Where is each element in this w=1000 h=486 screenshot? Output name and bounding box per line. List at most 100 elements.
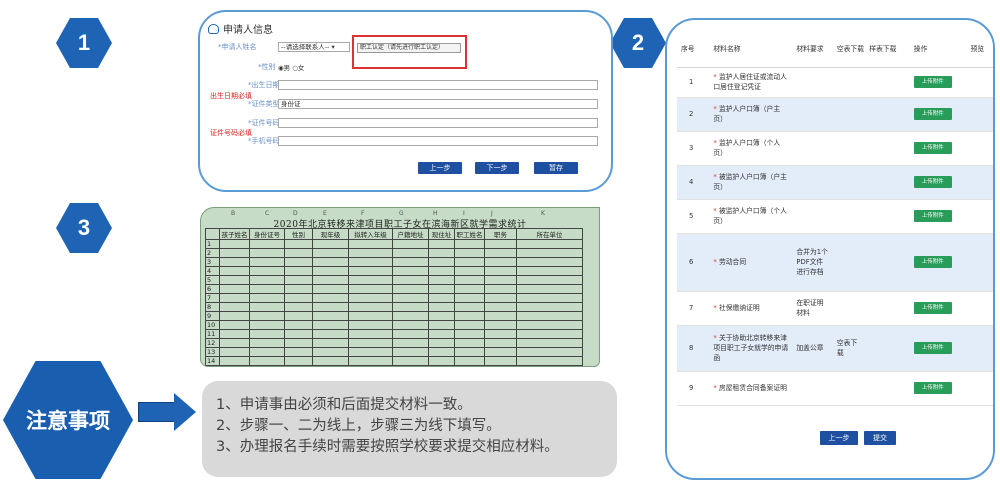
blank-form-download[interactable] — [832, 291, 866, 326]
spreadsheet-cell[interactable] — [428, 275, 455, 285]
spreadsheet-cell[interactable] — [454, 329, 485, 339]
blank-form-download[interactable] — [832, 371, 866, 406]
spreadsheet-cell[interactable] — [428, 266, 455, 276]
upload-attachment-button[interactable]: 上传附件 — [913, 76, 952, 88]
spreadsheet-cell[interactable] — [454, 284, 485, 294]
spreadsheet-cell[interactable] — [219, 356, 250, 366]
spreadsheet-cell[interactable] — [516, 338, 583, 348]
spreadsheet-cell[interactable] — [454, 338, 485, 348]
birth-date-input[interactable] — [278, 80, 598, 90]
spreadsheet-cell[interactable] — [348, 266, 393, 276]
spreadsheet-cell[interactable] — [392, 275, 429, 285]
spreadsheet-cell[interactable] — [516, 302, 583, 312]
spreadsheet-cell[interactable] — [392, 338, 429, 348]
spreadsheet-cell[interactable] — [219, 347, 250, 357]
blank-form-download[interactable] — [832, 67, 866, 98]
spreadsheet-cell[interactable] — [516, 329, 583, 339]
spreadsheet-cell[interactable] — [484, 239, 517, 249]
spreadsheet-cell[interactable] — [284, 329, 313, 339]
spreadsheet-cell[interactable] — [516, 239, 583, 249]
spreadsheet-cell[interactable] — [348, 239, 393, 249]
upload-attachment-button[interactable]: 上传附件 — [913, 302, 952, 314]
spreadsheet-cell[interactable] — [249, 257, 285, 267]
spreadsheet-cell[interactable] — [348, 284, 393, 294]
upload-attachment-button[interactable]: 上传附件 — [913, 382, 952, 394]
spreadsheet-cell[interactable] — [454, 257, 485, 267]
spreadsheet-cell[interactable] — [516, 284, 583, 294]
spreadsheet-cell[interactable] — [484, 347, 517, 357]
spreadsheet-cell[interactable] — [392, 248, 429, 258]
spreadsheet-cell[interactable] — [249, 239, 285, 249]
spreadsheet-cell[interactable] — [219, 302, 250, 312]
spreadsheet-cell[interactable] — [392, 356, 429, 366]
spreadsheet-cell[interactable] — [428, 311, 455, 321]
spreadsheet-cell[interactable] — [428, 356, 455, 366]
spreadsheet-cell[interactable] — [312, 329, 349, 339]
submit-button[interactable]: 提交 — [864, 431, 896, 445]
spreadsheet-cell[interactable] — [454, 248, 485, 258]
spreadsheet-cell[interactable] — [284, 275, 313, 285]
spreadsheet-cell[interactable] — [249, 311, 285, 321]
spreadsheet-cell[interactable] — [392, 284, 429, 294]
spreadsheet-cell[interactable] — [516, 248, 583, 258]
spreadsheet-cell[interactable] — [484, 275, 517, 285]
spreadsheet-cell[interactable] — [284, 338, 313, 348]
spreadsheet-cell[interactable] — [454, 320, 485, 330]
spreadsheet-cell[interactable] — [284, 257, 313, 267]
spreadsheet-cell[interactable] — [348, 248, 393, 258]
upload-attachment-button[interactable]: 上传附件 — [913, 342, 952, 354]
spreadsheet-cell[interactable] — [348, 293, 393, 303]
spreadsheet-cell[interactable] — [284, 239, 313, 249]
employee-verify-button[interactable]: 职工认定（请先进行职工认定） — [357, 43, 461, 53]
spreadsheet-cell[interactable] — [428, 338, 455, 348]
spreadsheet-cell[interactable] — [454, 239, 485, 249]
spreadsheet-cell[interactable] — [249, 320, 285, 330]
spreadsheet-cell[interactable] — [484, 284, 517, 294]
next-button[interactable]: 下一步 — [475, 162, 519, 174]
spreadsheet-cell[interactable] — [312, 275, 349, 285]
spreadsheet-cell[interactable] — [428, 320, 455, 330]
spreadsheet-cell[interactable] — [312, 347, 349, 357]
spreadsheet-cell[interactable] — [484, 257, 517, 267]
spreadsheet-cell[interactable] — [516, 275, 583, 285]
spreadsheet-cell[interactable] — [348, 338, 393, 348]
upload-attachment-button[interactable]: 上传附件 — [913, 108, 952, 120]
spreadsheet-cell[interactable] — [249, 329, 285, 339]
spreadsheet-cell[interactable] — [428, 302, 455, 312]
spreadsheet-cell[interactable] — [428, 347, 455, 357]
spreadsheet-cell[interactable] — [219, 320, 250, 330]
spreadsheet-cell[interactable] — [428, 284, 455, 294]
spreadsheet-cell[interactable] — [392, 239, 429, 249]
spreadsheet-cell[interactable] — [348, 275, 393, 285]
spreadsheet-cell[interactable] — [484, 329, 517, 339]
spreadsheet-cell[interactable] — [484, 338, 517, 348]
spreadsheet-cell[interactable] — [312, 248, 349, 258]
blank-form-download[interactable] — [832, 131, 866, 166]
spreadsheet-cell[interactable] — [484, 248, 517, 258]
spreadsheet-cell[interactable] — [249, 293, 285, 303]
spreadsheet-cell[interactable] — [312, 257, 349, 267]
spreadsheet-cell[interactable] — [219, 293, 250, 303]
spreadsheet-cell[interactable] — [348, 356, 393, 366]
spreadsheet-cell[interactable] — [284, 311, 313, 321]
spreadsheet-cell[interactable] — [249, 248, 285, 258]
upload-attachment-button[interactable]: 上传附件 — [913, 256, 952, 268]
phone-input[interactable] — [278, 136, 598, 146]
spreadsheet-cell[interactable] — [284, 302, 313, 312]
spreadsheet-cell[interactable] — [454, 311, 485, 321]
gender-radio[interactable]: ◉男 ○女 — [278, 62, 304, 72]
upload-attachment-button[interactable]: 上传附件 — [913, 210, 952, 222]
spreadsheet-cell[interactable] — [392, 302, 429, 312]
spreadsheet-cell[interactable] — [516, 293, 583, 303]
spreadsheet-cell[interactable] — [219, 239, 250, 249]
spreadsheet-cell[interactable] — [392, 329, 429, 339]
applicant-select[interactable]: --请选择联系人-- ▾ — [278, 42, 350, 52]
spreadsheet-cell[interactable] — [484, 311, 517, 321]
spreadsheet-cell[interactable] — [219, 311, 250, 321]
spreadsheet-cell[interactable] — [284, 248, 313, 258]
spreadsheet-cell[interactable] — [484, 266, 517, 276]
id-number-input[interactable] — [278, 118, 598, 128]
save-draft-button[interactable]: 暂存 — [534, 162, 578, 174]
spreadsheet-cell[interactable] — [454, 275, 485, 285]
spreadsheet-cell[interactable] — [284, 347, 313, 357]
